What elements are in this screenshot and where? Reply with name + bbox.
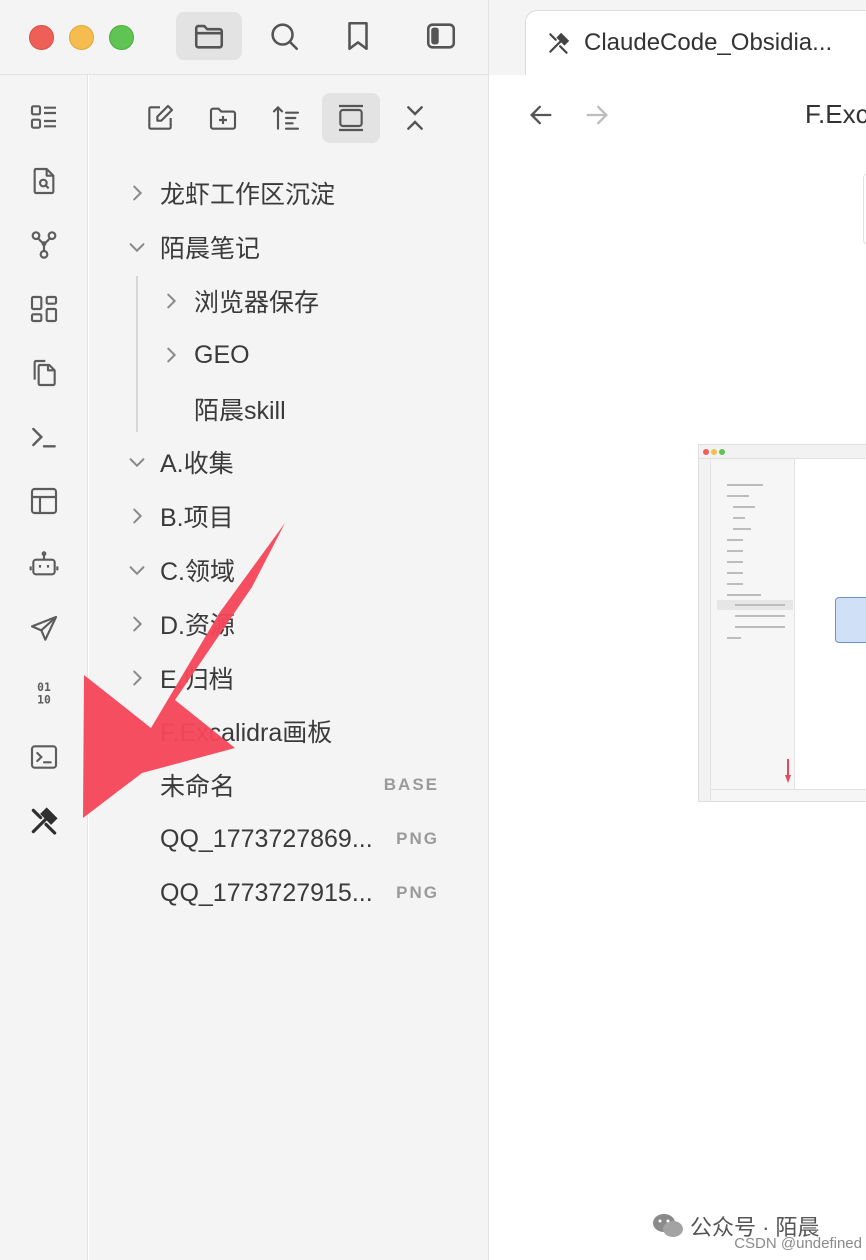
thumbnail-title-bar	[699, 445, 866, 459]
tab-bar: ClaudeCode_Obsidia...	[488, 0, 866, 75]
tree-item-label: 龙虾工作区沉淀	[160, 181, 336, 209]
tree-folder-row[interactable]: 龙虾工作区沉淀	[0, 171, 488, 215]
tree-file-row[interactable]: QQ_1773727869... PNG	[0, 817, 488, 861]
tree-item-label: 浏览器保存	[194, 289, 320, 317]
files-tab-button[interactable]	[176, 12, 242, 60]
tree-file-row[interactable]: QQ_1773727915... PNG	[0, 871, 488, 915]
navigate-back-button[interactable]	[523, 97, 559, 133]
thumbnail-note-card	[835, 597, 866, 643]
chevron-right-icon	[160, 290, 182, 312]
tree-folder-row[interactable]: B.项目	[0, 494, 488, 538]
new-note-icon	[148, 104, 174, 130]
tree-item-label: QQ_1773727869...	[160, 824, 373, 853]
chevron-right-icon	[160, 344, 182, 366]
close-window-button[interactable]	[29, 25, 54, 50]
sidebar-toggle-icon	[426, 23, 456, 49]
chevron-down-icon	[126, 236, 148, 258]
tree-folder-row[interactable]: 陌晨笔记	[0, 225, 488, 269]
tree-item-label: QQ_1773727915...	[160, 878, 373, 907]
new-note-button[interactable]	[131, 93, 189, 143]
bookmarks-tab-button[interactable]	[325, 12, 391, 60]
thumbnail-explorer	[711, 459, 795, 801]
excalidraw-icon	[549, 32, 570, 54]
folder-icon	[194, 24, 224, 49]
tree-folder-row[interactable]: A.收集	[0, 440, 488, 484]
file-extension-badge: BASE	[383, 775, 439, 794]
tree-folder-row[interactable]: D.资源	[0, 602, 488, 646]
sort-button[interactable]	[257, 93, 315, 143]
tree-item-label: A.收集	[160, 450, 234, 478]
tree-file-row[interactable]: 未命名 BASE	[0, 763, 488, 807]
file-extension-badge: PNG	[396, 883, 439, 902]
search-tab-button[interactable]	[251, 12, 317, 60]
arrow-right-icon	[586, 105, 608, 125]
tree-item-label: 未命名	[160, 773, 236, 801]
tree-item-label: E.归档	[160, 666, 234, 694]
tree-item-label: 陌晨skill	[194, 397, 286, 425]
minimize-window-button[interactable]	[69, 25, 94, 50]
zoom-window-button[interactable]	[109, 25, 134, 50]
navigate-forward-button[interactable]	[579, 97, 615, 133]
embedded-screenshot-image[interactable]	[698, 444, 866, 802]
toggle-sidebar-button[interactable]	[408, 12, 474, 60]
tree-item-label: B.项目	[160, 504, 234, 532]
tab-active-document[interactable]: ClaudeCode_Obsidia...	[525, 10, 866, 75]
tree-folder-row[interactable]: C.领域	[0, 548, 488, 592]
watermark-csdn: CSDN @undefined	[734, 1235, 862, 1252]
editor-pane: F.Exc	[488, 75, 866, 1260]
collapse-all-icon	[407, 106, 423, 130]
tree-folder-row[interactable]: E.归档	[0, 656, 488, 700]
tree-item-label: F.Excalidra画板	[160, 719, 333, 747]
file-extension-badge: PNG	[396, 829, 439, 848]
tree-item-label: GEO	[194, 340, 250, 369]
ribbon-quick-switcher-button[interactable]	[22, 95, 66, 139]
tree-folder-row[interactable]: F.Excalidra画板	[0, 709, 488, 753]
document-title: F.Exc	[805, 99, 866, 129]
new-folder-icon	[209, 107, 237, 130]
thumbnail-ribbon	[699, 459, 711, 801]
tree-item-label: C.领域	[160, 558, 236, 586]
sort-icon	[272, 105, 300, 130]
tree-folder-row[interactable]: 浏览器保存	[0, 279, 488, 323]
tree-item-label: 陌晨笔记	[160, 235, 261, 263]
chevron-right-icon	[126, 182, 148, 204]
search-icon	[271, 23, 299, 51]
wechat-icon	[653, 1214, 683, 1237]
chevron-right-icon	[126, 505, 148, 527]
toggle-view-button[interactable]	[322, 93, 380, 143]
bookmark-icon	[348, 21, 368, 51]
tree-folder-row[interactable]: GEO	[0, 333, 488, 377]
thumbnail-status-bar	[711, 789, 866, 801]
quick-switcher-icon	[30, 105, 56, 129]
collapse-all-button[interactable]	[386, 93, 444, 143]
chevron-down-icon	[126, 451, 148, 473]
tree-item-label: D.资源	[160, 612, 236, 640]
thumbnail-arrow-icon	[785, 759, 791, 783]
new-folder-button[interactable]	[194, 93, 252, 143]
chevron-right-icon	[126, 667, 148, 689]
tree-file-row[interactable]: 陌晨skill	[0, 387, 488, 431]
title-bar-left	[0, 0, 488, 75]
collapse-view-icon	[339, 104, 363, 132]
chevron-right-icon	[126, 613, 148, 635]
chevron-down-icon	[126, 559, 148, 581]
tab-title: ClaudeCode_Obsidia...	[584, 29, 833, 56]
arrow-left-icon	[530, 105, 552, 125]
